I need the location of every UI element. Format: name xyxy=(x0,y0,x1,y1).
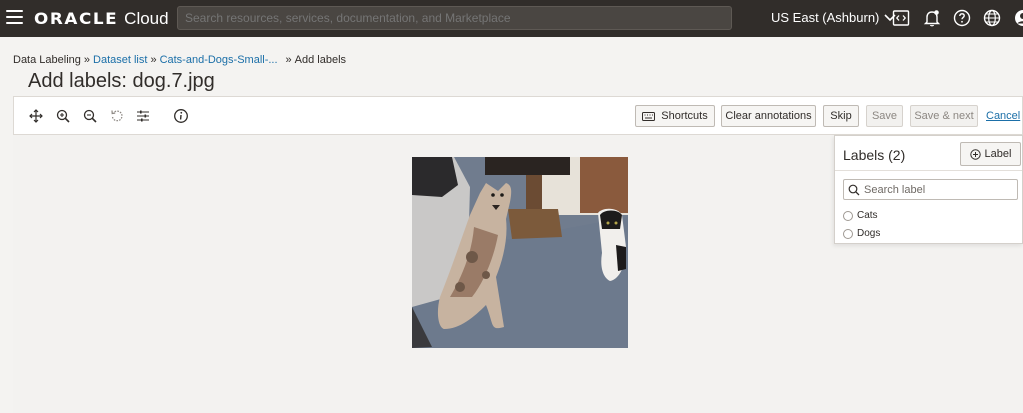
breadcrumb: Data Labeling» Dataset list» Cats-and-Dogs… xyxy=(13,54,346,66)
page-title: Add labels: dog.7.jpg xyxy=(28,70,215,92)
notifications-bell-icon[interactable] xyxy=(922,8,942,28)
skip-label: Skip xyxy=(830,110,852,122)
code-editor-icon[interactable] xyxy=(891,8,911,28)
zoom-in-icon[interactable] xyxy=(55,108,71,124)
help-icon[interactable] xyxy=(952,8,972,28)
label-search-input[interactable] xyxy=(864,183,1004,196)
user-profile-icon[interactable] xyxy=(1013,8,1023,28)
breadcrumb-root: Data Labeling xyxy=(13,54,81,66)
labels-panel-title: Labels (2) xyxy=(843,147,906,163)
info-icon[interactable] xyxy=(173,108,189,124)
clear-annotations-label: Clear annotations xyxy=(725,110,812,122)
plus-circle-icon xyxy=(969,148,981,160)
breadcrumb-dataset-list-link[interactable]: Dataset list xyxy=(93,54,147,66)
keyboard-icon xyxy=(642,111,656,121)
breadcrumb-separator: » xyxy=(285,54,292,66)
global-search-input[interactable] xyxy=(177,6,732,30)
label-option-cats[interactable]: Cats xyxy=(843,210,878,221)
breadcrumb-dataset-link[interactable]: Cats-and-Dogs-Small-... xyxy=(160,54,278,66)
reset-rotate-icon[interactable] xyxy=(109,108,125,124)
top-navigation-bar: ORACLE Cloud US East (Ashburn) xyxy=(0,0,1023,37)
labels-panel: Labels (2) Label Cats Dogs xyxy=(834,135,1023,244)
zoom-out-icon[interactable] xyxy=(82,108,98,124)
cats-radio[interactable] xyxy=(843,210,853,221)
region-selector[interactable]: US East (Ashburn) xyxy=(771,10,896,25)
shortcuts-label: Shortcuts xyxy=(661,110,708,122)
label-search-field[interactable] xyxy=(843,179,1018,200)
label-option-text: Cats xyxy=(857,210,878,221)
skip-button[interactable]: Skip xyxy=(823,105,859,127)
labels-panel-header: Labels (2) Label xyxy=(835,136,1022,171)
save-and-next-button[interactable]: Save & next xyxy=(910,105,978,127)
annotation-toolbar: Shortcuts Clear annotations Skip Save Sa… xyxy=(13,96,1023,135)
add-label-button[interactable]: Label xyxy=(960,142,1021,166)
breadcrumb-separator: » xyxy=(83,54,91,66)
shortcuts-button[interactable]: Shortcuts xyxy=(635,105,715,127)
label-option-dogs[interactable]: Dogs xyxy=(843,228,880,239)
oracle-cloud-logo[interactable]: ORACLE Cloud xyxy=(34,9,169,29)
adjust-sliders-icon[interactable] xyxy=(135,108,151,124)
label-option-text: Dogs xyxy=(857,228,881,239)
add-label-text: Label xyxy=(984,148,1012,160)
dogs-radio[interactable] xyxy=(843,228,853,239)
save-and-next-label: Save & next xyxy=(914,110,974,122)
cancel-link[interactable]: Cancel xyxy=(986,110,1020,122)
brand-primary: ORACLE xyxy=(34,9,119,28)
clear-annotations-button[interactable]: Clear annotations xyxy=(721,105,816,127)
region-label: US East (Ashburn) xyxy=(771,10,880,25)
search-icon xyxy=(848,184,860,195)
language-globe-icon[interactable] xyxy=(982,8,1002,28)
image-to-label[interactable] xyxy=(412,157,628,348)
save-button[interactable]: Save xyxy=(866,105,903,127)
breadcrumb-current: Add labels xyxy=(294,54,347,66)
pan-move-icon[interactable] xyxy=(28,108,44,124)
menu-icon[interactable] xyxy=(6,10,23,24)
brand-secondary: Cloud xyxy=(124,9,169,28)
breadcrumb-separator: » xyxy=(150,54,157,66)
save-label: Save xyxy=(871,110,898,122)
